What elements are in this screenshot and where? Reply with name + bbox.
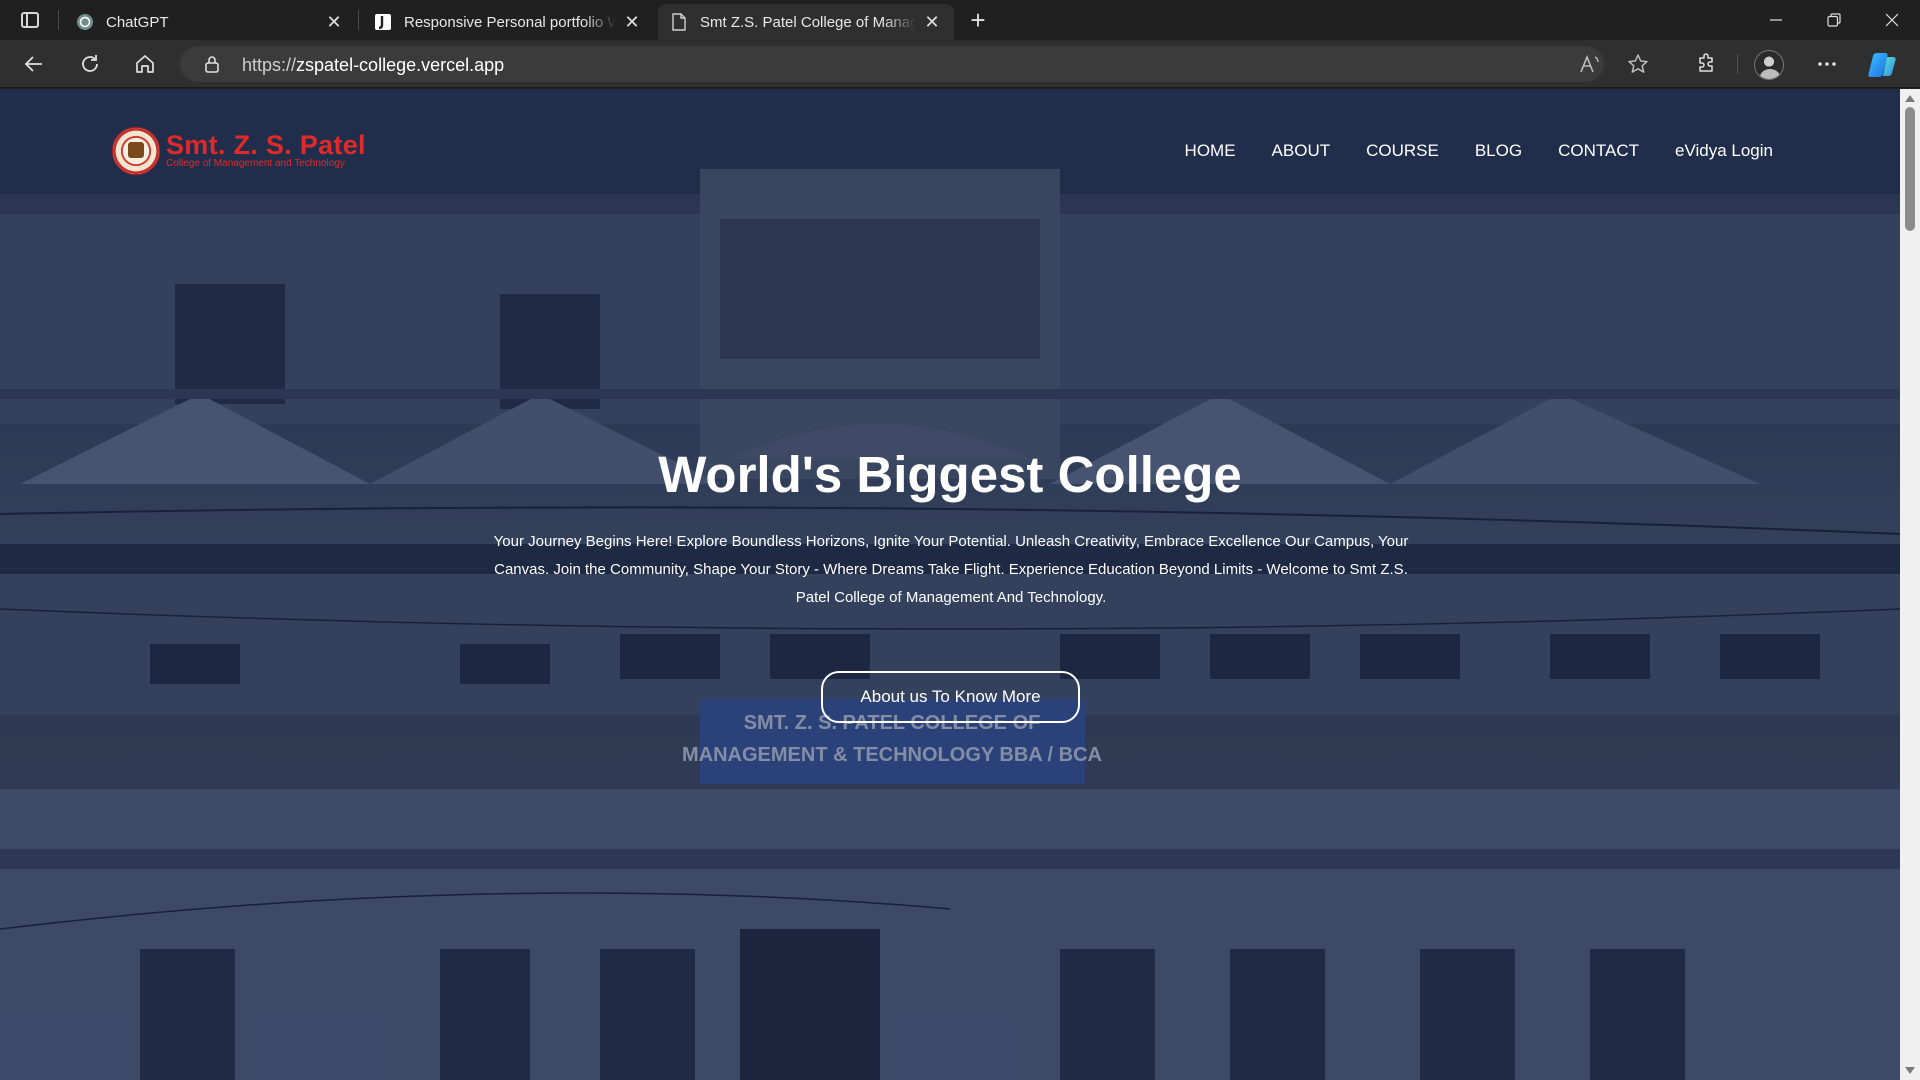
page-icon (670, 13, 688, 31)
back-icon[interactable] (16, 48, 52, 80)
tab-separator (58, 10, 59, 30)
site-logo[interactable]: Smt. Z. S. Patel College of Management a… (112, 126, 366, 176)
tab-title: Smt Z.S. Patel College of Manage (700, 13, 916, 31)
portfolio-icon (374, 13, 392, 31)
copilot-icon[interactable] (1868, 52, 1898, 78)
read-aloud-icon[interactable] (1578, 53, 1602, 75)
nav-home[interactable]: HOME (1185, 141, 1236, 161)
tab-title: Responsive Personal portfolio We (404, 13, 616, 31)
url-scheme: https:// (242, 55, 297, 75)
close-icon[interactable]: ✕ (622, 12, 642, 32)
main-nav: HOME ABOUT COURSE BLOG CONTACT eVidya Lo… (1149, 141, 1773, 161)
nav-contact[interactable]: CONTACT (1558, 141, 1639, 161)
url-text[interactable]: https://zspatel-college.vercel.app (242, 55, 504, 76)
nav-evidya-login[interactable]: eVidya Login (1675, 141, 1773, 161)
close-icon[interactable]: ✕ (922, 12, 942, 32)
home-icon[interactable] (127, 48, 163, 80)
page-scrollbar[interactable] (1900, 89, 1920, 1080)
page-viewport: SMT. Z. S. PATEL COLLEGE OF MANAGEMENT &… (0, 89, 1920, 1080)
browser-toolbar: https://zspatel-college.vercel.app (0, 40, 1920, 88)
close-icon[interactable]: ✕ (324, 12, 344, 32)
scroll-up-arrow-icon[interactable] (1905, 95, 1915, 102)
scroll-down-arrow-icon[interactable] (1905, 1067, 1915, 1074)
logo-subtitle: College of Management and Technology (166, 158, 345, 169)
tab-chatgpt[interactable]: ChatGPT ✕ (64, 4, 356, 40)
favorite-star-icon[interactable] (1626, 53, 1650, 75)
reload-icon[interactable] (72, 48, 108, 80)
minimize-icon[interactable] (1748, 0, 1804, 40)
window-close-icon[interactable] (1864, 0, 1920, 40)
hero-section: SMT. Z. S. PATEL COLLEGE OF MANAGEMENT &… (0, 89, 1900, 1080)
tab-actions-icon[interactable] (14, 8, 46, 32)
nav-about[interactable]: ABOUT (1272, 141, 1331, 161)
profile-avatar[interactable] (1754, 50, 1784, 80)
hero-lead-text: Your Journey Begins Here! Explore Boundl… (493, 533, 1409, 606)
lock-icon[interactable] (202, 54, 222, 74)
tab-zspatel-college[interactable]: Smt Z.S. Patel College of Manage ✕ (658, 4, 954, 40)
extensions-icon[interactable] (1688, 48, 1724, 80)
college-seal-icon (112, 127, 160, 175)
tab-separator (358, 10, 359, 30)
scrollbar-thumb[interactable] (1905, 107, 1915, 231)
restore-icon[interactable] (1806, 0, 1862, 40)
logo-name: Smt. Z. S. Patel (166, 130, 366, 160)
tab-portfolio[interactable]: Responsive Personal portfolio We ✕ (362, 4, 654, 40)
address-bar[interactable]: https://zspatel-college.vercel.app (180, 46, 1648, 82)
url-host: zspatel-college.vercel.app (296, 55, 505, 75)
tab-title: ChatGPT (106, 13, 169, 31)
toolbar-divider (1737, 54, 1738, 74)
nav-course[interactable]: COURSE (1366, 141, 1439, 161)
chatgpt-icon (76, 13, 94, 31)
nav-blog[interactable]: BLOG (1475, 141, 1522, 161)
about-us-button[interactable]: About us To Know More (821, 671, 1080, 723)
browser-tab-bar: ChatGPT ✕ Responsive Personal portfolio … (0, 0, 1920, 40)
more-options-icon[interactable] (1809, 48, 1845, 80)
new-tab-button[interactable]: + (964, 6, 992, 34)
hero-headline: World's Biggest College (658, 446, 1242, 503)
